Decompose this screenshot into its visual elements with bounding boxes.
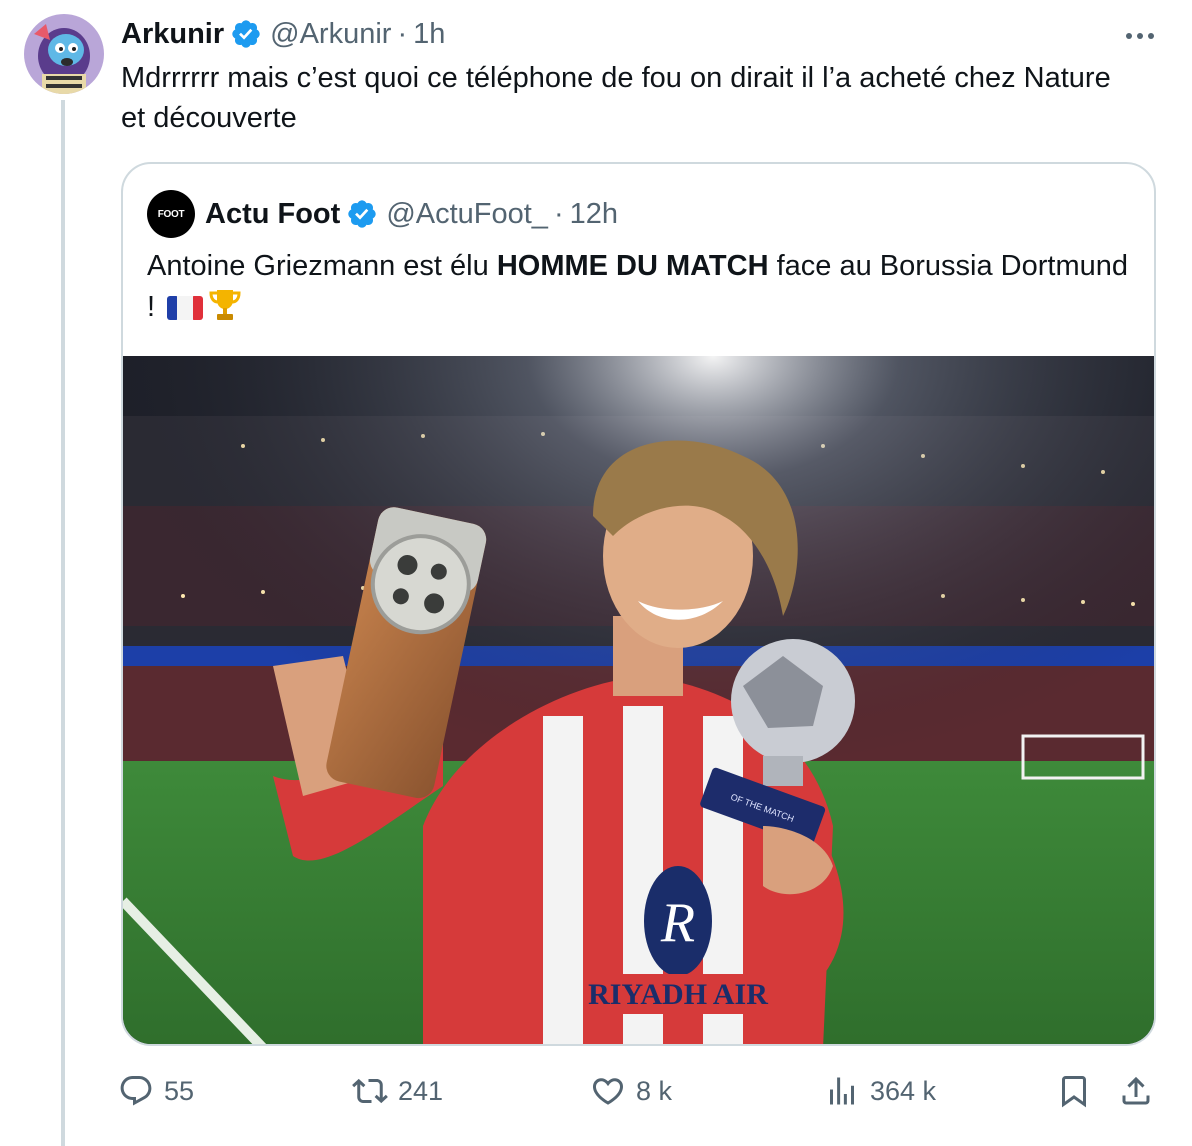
quote-time[interactable]: 12h — [570, 198, 618, 231]
thread-line — [61, 100, 65, 1146]
france-flag-icon — [167, 293, 204, 333]
separator-dot: · — [553, 197, 564, 230]
bookmark-icon — [1056, 1073, 1092, 1109]
quote-header: FOOT Actu Foot @ActuFoot_ · 12h — [147, 190, 618, 238]
tweet-actions: 55 241 8 k 364 k — [118, 1068, 1168, 1114]
author-handle[interactable]: @Arkunir — [270, 18, 391, 51]
quote-author-handle[interactable]: @ActuFoot_ — [386, 198, 548, 231]
more-icon[interactable] — [1120, 24, 1160, 48]
tweet-time[interactable]: 1h — [413, 18, 445, 51]
quote-text: Antoine Griezmann est élu HOMME DU MATCH… — [147, 246, 1137, 333]
avatar[interactable] — [24, 14, 104, 94]
quote-avatar[interactable]: FOOT — [147, 190, 195, 238]
quote-photo[interactable]: R RIYADH AIR OF THE MATCH — [123, 356, 1154, 1044]
share-button[interactable] — [1118, 1068, 1154, 1114]
tweet-text: Mdrrrrrr mais c’est quoi ce téléphone de… — [121, 62, 1111, 134]
tweet-header: Arkunir @Arkunir · 1h — [121, 14, 445, 54]
bookmark-button[interactable] — [1056, 1068, 1092, 1114]
svg-text:R: R — [660, 892, 695, 954]
separator-dot: · — [397, 17, 408, 50]
reply-count: 55 — [164, 1075, 195, 1106]
views-icon — [824, 1073, 860, 1109]
quote-text-start: Antoine Griezmann est élu — [147, 250, 497, 282]
quote-text-bold: HOMME DU MATCH — [496, 250, 769, 282]
verified-badge-icon — [346, 198, 378, 230]
views-count: 364 k — [870, 1075, 937, 1106]
reply-button[interactable]: 55 — [118, 1068, 194, 1114]
quote-author-name[interactable]: Actu Foot — [205, 198, 340, 231]
like-button[interactable]: 8 k — [590, 1068, 672, 1114]
sponsor-text: RIYADH AIR — [588, 978, 768, 1011]
retweet-count: 241 — [398, 1075, 444, 1106]
like-icon — [590, 1073, 626, 1109]
quote-avatar-logo: FOOT — [157, 208, 185, 220]
author-name[interactable]: Arkunir — [121, 18, 224, 51]
like-count: 8 k — [636, 1075, 673, 1106]
retweet-button[interactable]: 241 — [352, 1068, 443, 1114]
verified-badge-icon — [230, 18, 262, 50]
views-button[interactable]: 364 k — [824, 1068, 936, 1114]
reply-icon — [118, 1073, 154, 1109]
retweet-icon — [352, 1073, 388, 1109]
share-icon — [1118, 1073, 1154, 1109]
quoted-tweet[interactable]: FOOT Actu Foot @ActuFoot_ · 12h Antoine … — [121, 162, 1156, 1046]
trophy-icon — [207, 286, 243, 333]
